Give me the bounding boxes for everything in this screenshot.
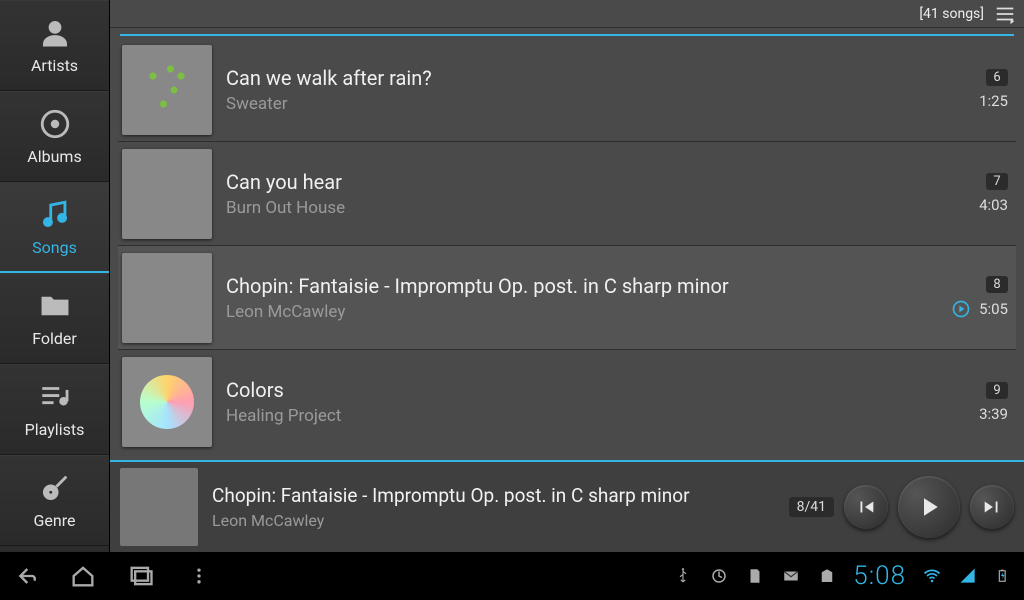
song-duration: 1:25 — [979, 92, 1008, 110]
sd-card-icon — [745, 566, 765, 586]
song-row[interactable]: Colors Healing Project 9 3:39 — [118, 350, 1016, 454]
song-count-label: [41 songs] — [919, 6, 984, 22]
sidebar-item-playlists[interactable]: Playlists — [0, 364, 109, 455]
status-clock: 5:08 — [853, 561, 906, 591]
mail-icon — [781, 566, 801, 586]
play-button[interactable] — [898, 476, 960, 538]
song-title: Can you hear — [226, 170, 928, 194]
song-info: Colors Healing Project — [226, 378, 928, 426]
now-playing-album-art[interactable] — [120, 468, 198, 546]
track-number-badge: 6 — [986, 69, 1008, 86]
song-meta: 7 4:03 — [942, 173, 1012, 214]
previous-button[interactable] — [844, 485, 888, 529]
song-title: Colors — [226, 378, 928, 402]
overflow-menu-button[interactable] — [184, 561, 214, 591]
song-info: Can we walk after rain? Sweater — [226, 66, 928, 114]
song-info: Chopin: Fantaisie - Impromptu Op. post. … — [226, 274, 928, 322]
album-art — [122, 253, 212, 343]
song-info: Can you hear Burn Out House — [226, 170, 928, 218]
sidebar-item-label: Songs — [32, 238, 77, 257]
sidebar-item-label: Folder — [32, 329, 77, 348]
song-artist: Leon McCawley — [226, 302, 928, 322]
topbar: [41 songs] — [110, 0, 1024, 28]
back-button[interactable] — [10, 561, 40, 591]
song-title: Chopin: Fantaisie - Impromptu Op. post. … — [226, 274, 928, 298]
song-artist: Healing Project — [226, 406, 928, 426]
song-row[interactable]: Chopin: Fantaisie - Impromptu Op. post. … — [118, 246, 1016, 350]
now-playing-info: Chopin: Fantaisie - Impromptu Op. post. … — [212, 484, 775, 530]
album-art — [122, 45, 212, 135]
queue-position-badge: 8/41 — [789, 497, 834, 517]
guitar-icon — [38, 471, 72, 505]
now-playing-indicator-icon — [951, 299, 971, 319]
list-menu-icon[interactable] — [994, 3, 1016, 25]
signal-icon — [958, 566, 978, 586]
sidebar-item-songs[interactable]: Songs — [0, 182, 109, 273]
song-duration: 3:39 — [979, 405, 1008, 423]
track-number-badge: 9 — [986, 382, 1008, 399]
album-art — [122, 149, 212, 239]
music-note-icon — [38, 198, 72, 232]
sidebar-item-label: Genre — [34, 511, 76, 530]
sidebar-item-folder[interactable]: Folder — [0, 273, 109, 364]
album-art — [122, 357, 212, 447]
song-meta: 6 1:25 — [942, 69, 1012, 110]
sidebar-item-genre[interactable]: Genre — [0, 455, 109, 546]
play-store-icon — [817, 566, 837, 586]
sidebar-item-artists[interactable]: Artists — [0, 0, 109, 91]
folder-icon — [38, 289, 72, 323]
main-panel: [41 songs] Can we walk after rain? Sweat… — [110, 0, 1024, 552]
wifi-icon — [922, 566, 942, 586]
system-navigation-bar: 5:08 — [0, 552, 1024, 600]
song-meta: 9 3:39 — [942, 382, 1012, 423]
track-number-badge: 7 — [986, 173, 1008, 190]
playlist-icon — [38, 380, 72, 414]
sidebar-item-label: Artists — [31, 56, 78, 75]
track-number-badge: 8 — [986, 276, 1008, 293]
sidebar-item-label: Playlists — [25, 420, 85, 439]
now-playing-title: Chopin: Fantaisie - Impromptu Op. post. … — [212, 484, 775, 507]
person-icon — [38, 16, 72, 50]
song-duration: 4:03 — [979, 196, 1008, 214]
song-duration: 5:05 — [979, 300, 1008, 318]
sync-icon — [709, 566, 729, 586]
song-artist: Sweater — [226, 94, 928, 114]
song-meta: 8 5:05 — [942, 276, 1012, 319]
usb-icon — [673, 566, 693, 586]
sidebar: Artists Albums Songs Folder Playlists — [0, 0, 110, 552]
battery-charging-icon — [994, 566, 1014, 586]
sidebar-item-albums[interactable]: Albums — [0, 91, 109, 182]
song-row[interactable]: Can we walk after rain? Sweater 6 1:25 — [118, 38, 1016, 142]
song-list[interactable]: Can we walk after rain? Sweater 6 1:25 C… — [110, 36, 1024, 460]
sidebar-item-label: Albums — [27, 147, 81, 166]
disc-icon — [38, 107, 72, 141]
song-row[interactable]: Can you hear Burn Out House 7 4:03 — [118, 142, 1016, 246]
song-artist: Burn Out House — [226, 198, 928, 218]
now-playing-artist: Leon McCawley — [212, 511, 775, 530]
now-playing-bar[interactable]: Chopin: Fantaisie - Impromptu Op. post. … — [110, 460, 1024, 552]
home-button[interactable] — [68, 561, 98, 591]
song-title: Can we walk after rain? — [226, 66, 928, 90]
recent-apps-button[interactable] — [126, 561, 156, 591]
next-button[interactable] — [970, 485, 1014, 529]
